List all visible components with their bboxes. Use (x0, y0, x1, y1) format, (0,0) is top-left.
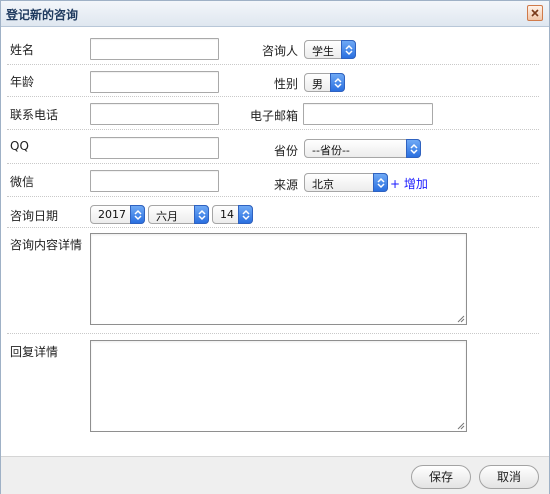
age-input[interactable] (90, 71, 219, 93)
qq-label: QQ (10, 139, 29, 153)
date-label: 咨询日期 (10, 209, 59, 223)
province-select-value: --省份-- (312, 144, 350, 157)
dialog-footer: 保存 取消 (1, 456, 549, 494)
form-row-age (7, 65, 539, 97)
content-label: 咨询内容详情 (10, 238, 83, 252)
qq-input[interactable] (90, 137, 219, 159)
reply-textarea[interactable] (90, 340, 467, 432)
chevron-updown-icon (238, 205, 253, 224)
resize-grip-icon[interactable] (456, 421, 465, 430)
form-row-qq (7, 130, 539, 164)
year-select[interactable]: 2017 (90, 205, 145, 224)
resize-grip-icon[interactable] (456, 314, 465, 323)
month-select[interactable]: 六月 (148, 205, 209, 224)
consultant-select[interactable]: 学生 (304, 40, 356, 59)
province-label: 省份 (274, 144, 299, 158)
content-textarea[interactable] (90, 233, 467, 325)
gender-select-value: 男 (312, 78, 323, 91)
consultation-dialog: 登记新的咨询 姓名 咨询人 学生 年龄 性别 男 联系电话 电子邮箱 QQ 省份… (0, 0, 550, 494)
email-input[interactable] (303, 103, 433, 125)
day-select[interactable]: 14 (212, 205, 253, 224)
phone-label: 联系电话 (10, 108, 59, 122)
year-select-value: 2017 (98, 208, 126, 221)
add-source-link[interactable]: + 增加 (390, 175, 428, 192)
chevron-updown-icon (130, 205, 145, 224)
email-label: 电子邮箱 (250, 109, 299, 123)
name-input[interactable] (90, 38, 219, 60)
chevron-updown-icon (406, 139, 421, 158)
province-select[interactable]: --省份-- (304, 139, 421, 158)
day-select-value: 14 (220, 208, 234, 221)
dialog-titlebar: 登记新的咨询 (1, 1, 549, 27)
wechat-input[interactable] (90, 170, 219, 192)
name-label: 姓名 (10, 43, 35, 57)
chevron-updown-icon (341, 40, 356, 59)
gender-label: 性别 (274, 77, 299, 91)
gender-select[interactable]: 男 (304, 73, 345, 92)
save-button[interactable]: 保存 (411, 465, 471, 489)
cancel-button[interactable]: 取消 (479, 465, 539, 489)
phone-input[interactable] (90, 103, 219, 125)
chevron-updown-icon (194, 205, 209, 224)
age-label: 年龄 (10, 75, 35, 89)
dialog-title: 登记新的咨询 (6, 8, 79, 22)
wechat-label: 微信 (10, 175, 35, 189)
form-row-wechat (7, 164, 539, 197)
close-icon (531, 9, 539, 17)
form-row-date (7, 197, 539, 228)
source-label: 来源 (274, 178, 299, 192)
source-select-value: 北京 (312, 178, 334, 191)
close-button[interactable] (527, 5, 543, 21)
chevron-updown-icon (330, 73, 345, 92)
consultant-select-value: 学生 (312, 45, 334, 58)
reply-label: 回复详情 (10, 345, 59, 359)
source-select[interactable]: 北京 (304, 173, 388, 192)
consultant-label: 咨询人 (262, 44, 299, 58)
month-select-value: 六月 (156, 210, 178, 223)
chevron-updown-icon (373, 173, 388, 192)
